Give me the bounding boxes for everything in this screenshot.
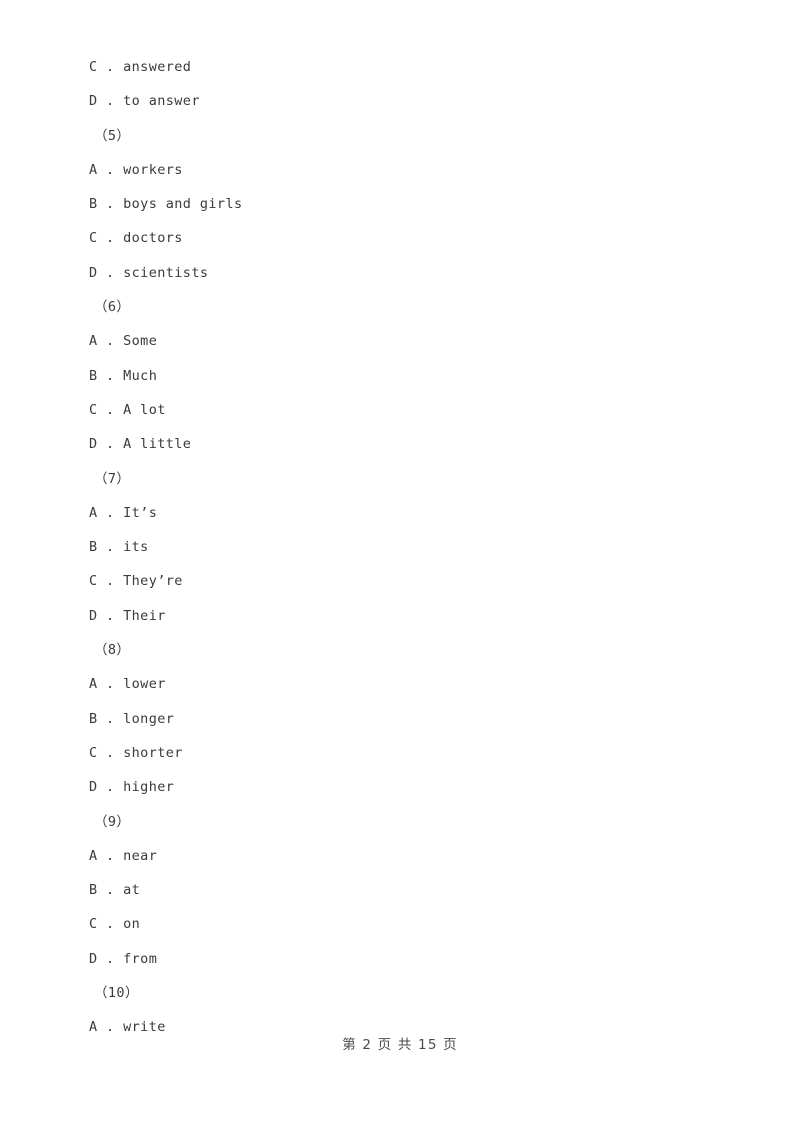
answer-option: C . answered [89, 59, 192, 75]
answer-option: D . Their [89, 607, 166, 624]
answer-option: A . lower [89, 676, 166, 693]
answer-option: B . its [89, 539, 149, 556]
answer-option: B . longer [89, 710, 175, 727]
answer-option: C . A lot [89, 401, 166, 418]
answer-option: C . shorter [89, 744, 183, 761]
answer-option: D . to answer [89, 93, 200, 110]
document-page: C . answered D . to answer （5） A . workers B… [0, 0, 800, 1132]
question-number-label: （10） [94, 985, 139, 1002]
answer-option: A . near [89, 847, 158, 864]
answer-option: C . on [89, 916, 141, 933]
answer-option: B . Much [89, 367, 158, 384]
answer-option: A . Some [89, 333, 158, 350]
question-number-label: （5） [94, 127, 131, 144]
question-options-list: C . answered D . to answer （5） A . workers B… [89, 50, 709, 1045]
answer-option: A . workers [89, 161, 183, 178]
question-number-label: （6） [94, 299, 131, 316]
page-footer: 第 2 页 共 15 页 [342, 1037, 458, 1053]
answer-option: B . boys and girls [89, 196, 243, 213]
answer-option: D . A little [89, 436, 192, 453]
answer-option: D . higher [89, 779, 175, 796]
question-number-label: （7） [94, 470, 131, 487]
question-number-label: （8） [94, 642, 131, 659]
question-number-label: （9） [94, 813, 131, 830]
answer-option: B . at [89, 882, 141, 899]
answer-option: C . doctors [89, 230, 183, 247]
answer-option: A . It’s [89, 504, 158, 521]
answer-option: D . scientists [89, 264, 209, 281]
answer-option: C . They’re [89, 573, 183, 590]
answer-option: D . from [89, 950, 158, 967]
